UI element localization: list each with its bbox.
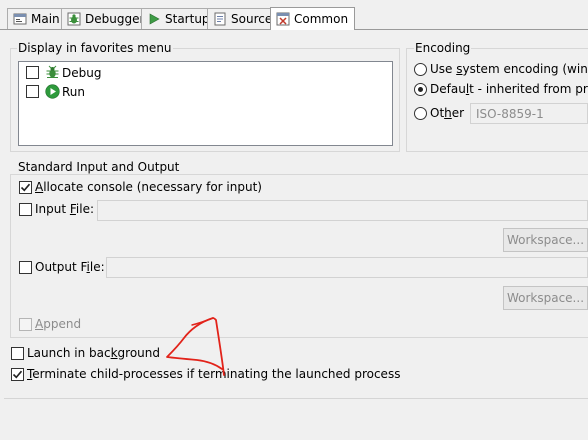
terminate-children-checkbox[interactable] [11,368,24,381]
run-play-icon [45,84,60,99]
encoding-default-radio[interactable] [414,83,427,96]
tab-startup-label: Startup [165,12,210,26]
tab-debugger[interactable]: Debugger [61,8,152,29]
tab-debugger-label: Debugger [85,12,145,26]
favorites-run-checkbox[interactable] [26,85,39,98]
launch-background-label: Launch in background [27,346,161,360]
tab-common[interactable]: Common [270,7,356,30]
favorites-run-label: Run [62,85,86,99]
encoding-group-title: Encoding [414,41,472,55]
encoding-system-radio[interactable] [414,63,427,76]
tab-main[interactable]: Main [7,8,67,29]
encoding-default-label: Default - inherited from projec [430,82,588,96]
source-icon [212,11,228,27]
std-io-group-title: Standard Input and Output [17,160,181,174]
tab-bar: Main Debugger Startup Source Common [0,0,588,30]
output-file-checkbox[interactable] [19,261,32,274]
allocate-console-checkbox[interactable] [19,181,32,194]
launch-background-checkbox[interactable] [11,347,24,360]
common-icon [275,11,291,27]
input-workspace-button[interactable]: Workspace... [503,228,588,252]
output-workspace-button[interactable]: Workspace... [503,286,588,310]
encoding-other-combo[interactable]: ISO-8859-1 [470,103,588,124]
startup-icon [146,11,162,27]
tab-main-label: Main [31,12,60,26]
input-file-field[interactable] [97,200,588,221]
tab-common-label: Common [294,12,349,26]
encoding-other-value: ISO-8859-1 [476,107,544,121]
output-file-field[interactable] [106,257,588,278]
encoding-other-radio[interactable] [414,107,427,120]
tab-startup[interactable]: Startup [141,8,217,29]
tab-source[interactable]: Source [207,8,280,29]
favorites-debug-checkbox[interactable] [26,66,39,79]
input-file-checkbox[interactable] [19,203,32,216]
favorites-debug-label: Debug [62,66,102,80]
encoding-system-label: Use system encoding (window [430,62,588,76]
debugger-icon [66,11,82,27]
std-io-group [10,174,588,338]
output-file-label: Output File: [35,260,105,274]
append-label: Append [35,317,82,331]
debug-bug-icon [45,65,60,80]
favorites-group-title: Display in favorites menu [17,41,173,55]
input-file-label: Input File: [35,202,95,216]
tab-source-label: Source [231,12,273,26]
main-icon [12,11,28,27]
terminate-children-label: Terminate child-processes if terminating… [27,367,401,381]
allocate-console-label: Allocate console (necessary for input) [35,180,262,194]
panel-bottom-border [4,398,588,399]
append-checkbox[interactable] [19,318,32,331]
encoding-other-label: Other [430,106,465,120]
